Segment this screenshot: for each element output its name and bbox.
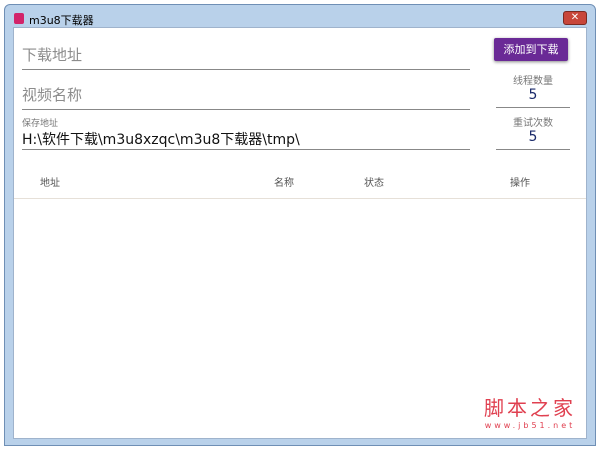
save-path-label: 保存地址 <box>22 119 59 129</box>
threads-input[interactable]: 线程数量 5 <box>496 72 570 108</box>
table-header-divider <box>14 198 586 199</box>
retries-input[interactable]: 重试次数 5 <box>496 114 570 150</box>
main-panel: 下载地址 视频名称 保存地址 H:\软件下载\m3u8xzqc\m3u8下载器\… <box>13 27 587 439</box>
column-header-status[interactable]: 状态 <box>364 174 384 189</box>
watermark: 脚本之家 www.jb51.net <box>484 392 576 430</box>
url-placeholder: 下载地址 <box>22 46 83 64</box>
threads-value: 5 <box>528 87 538 103</box>
watermark-name: 脚本之家 <box>484 396 576 420</box>
name-input[interactable]: 视频名称 <box>22 84 470 110</box>
window-title: m3u8下载器 <box>29 14 94 27</box>
app-icon <box>14 13 24 24</box>
column-header-action[interactable]: 操作 <box>510 174 530 189</box>
retries-label: 重试次数 <box>513 118 553 129</box>
retries-value: 5 <box>528 129 538 145</box>
add-to-download-button[interactable]: 添加到下载 <box>494 38 568 61</box>
threads-label: 线程数量 <box>513 76 553 87</box>
column-header-url[interactable]: 地址 <box>40 174 60 189</box>
name-placeholder: 视频名称 <box>22 86 83 104</box>
watermark-url: www.jb51.net <box>484 421 576 430</box>
app-window: m3u8下载器 ✕ 下载地址 视频名称 保存地址 H:\软件下载\m3u8xzq… <box>4 4 596 446</box>
url-input[interactable]: 下载地址 <box>22 44 470 70</box>
close-button[interactable]: ✕ <box>563 11 587 25</box>
save-path-input[interactable]: 保存地址 H:\软件下载\m3u8xzqc\m3u8下载器\tmp\ <box>22 116 470 150</box>
column-header-name[interactable]: 名称 <box>274 174 294 189</box>
save-path-value: H:\软件下载\m3u8xzqc\m3u8下载器\tmp\ <box>22 132 300 148</box>
